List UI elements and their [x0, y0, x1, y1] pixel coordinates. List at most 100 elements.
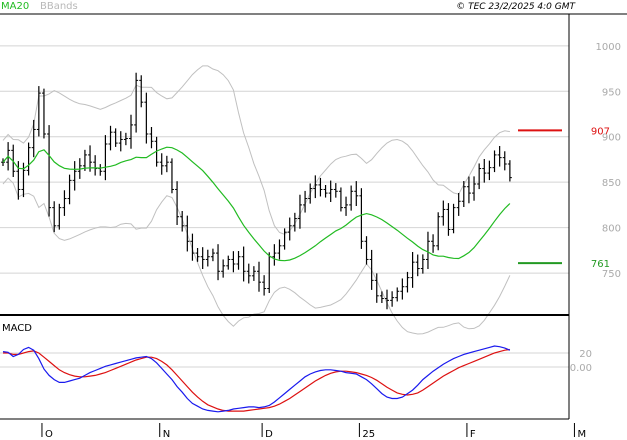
price-tick-label: 1000 [596, 42, 621, 53]
price-bar [67, 174, 72, 205]
price-bar [272, 244, 277, 266]
price-bar [425, 231, 430, 269]
price-bar [323, 185, 328, 198]
price-bar [277, 239, 282, 260]
price-bar [354, 181, 359, 206]
time-axis: O N D 25 F M [41, 423, 586, 440]
price-bar [169, 158, 174, 194]
bband-lower [2, 177, 511, 335]
price-bar [472, 176, 477, 201]
price-bar [36, 86, 41, 137]
price-bar [344, 196, 349, 216]
macd-tick-label: 0.00 [570, 363, 592, 374]
copyright-text: © TEC 23/2/2025 4:0 GMT [456, 2, 576, 12]
x-tick-label: 25 [362, 429, 375, 440]
price-bar [292, 212, 297, 232]
price-bar [369, 249, 374, 290]
macd-line [2, 345, 511, 413]
price-bar [103, 135, 108, 181]
price-bar [405, 271, 410, 293]
price-bar [308, 183, 313, 204]
price-bar [410, 252, 415, 288]
price-bar [175, 181, 180, 225]
price-bar [482, 159, 487, 183]
price-bar [441, 200, 446, 226]
price-bar [333, 183, 338, 198]
price-bar [420, 254, 425, 274]
price-bar [185, 215, 190, 252]
macd-tick-label: 20 [579, 349, 592, 360]
price-panel: 907761 750 800 850 900 950 1000 [0, 42, 621, 335]
price-bar [456, 193, 461, 216]
price-bar [477, 163, 482, 190]
price-bar [236, 251, 241, 270]
price-bars [1, 72, 512, 310]
price-bar [497, 146, 502, 167]
price-bar [134, 72, 139, 133]
price-bar [446, 203, 451, 236]
ma20-line [2, 146, 511, 262]
price-bar [144, 92, 149, 144]
price-bar [461, 181, 466, 207]
price-bar [231, 251, 236, 273]
legend-ma20: MA20 [1, 1, 29, 12]
price-bar [149, 127, 154, 149]
price-bar [502, 151, 507, 171]
price-bar [400, 278, 405, 300]
macd-y-axis: 0.00 20 [570, 349, 592, 374]
price-bar [108, 125, 113, 151]
price-bar [205, 249, 210, 267]
price-bar [164, 155, 169, 173]
price-bar [47, 125, 52, 217]
price-bar [216, 244, 221, 281]
price-bar [26, 142, 31, 176]
price-bar [113, 128, 118, 147]
price-bar [221, 259, 226, 278]
x-tick-label: N [163, 429, 170, 440]
price-tick-label: 750 [602, 269, 621, 280]
price-bar [487, 160, 492, 181]
price-bar [507, 160, 512, 182]
price-bar [31, 119, 36, 158]
price-bar [123, 132, 128, 146]
price-bar [318, 177, 323, 197]
price-bar [159, 153, 164, 175]
price-bar [226, 255, 231, 270]
price-bar [190, 233, 195, 261]
support-resistance-levels: 907761 [518, 126, 610, 270]
price-bar [466, 176, 471, 204]
price-bar [492, 150, 497, 173]
price-bar [451, 203, 456, 234]
price-bar [98, 164, 103, 176]
price-bar [57, 203, 62, 230]
price-bar [390, 291, 395, 307]
price-bar [200, 247, 205, 269]
price-bar [180, 211, 185, 232]
macd-gridlines [0, 352, 569, 368]
macd-lines [2, 345, 511, 413]
price-bar [395, 287, 400, 302]
price-bar [241, 246, 246, 282]
macd-panel: 0.00 20 [0, 345, 592, 413]
x-tick-label: F [470, 429, 476, 440]
price-bar [257, 261, 261, 292]
x-tick-label: M [577, 429, 586, 440]
price-bar [62, 190, 67, 216]
price-bar [364, 236, 369, 265]
stock-chart: 907761 750 800 850 900 950 1000 0.00 20 O N D 25 F… [0, 1, 627, 440]
price-tick-label: 900 [602, 133, 621, 144]
x-tick-label: D [265, 429, 273, 440]
bollinger-bands [2, 65, 511, 335]
price-bar [72, 161, 77, 191]
x-tick-label: O [45, 429, 53, 440]
ma20-path [2, 146, 511, 262]
price-bar [349, 185, 354, 211]
price-bar [359, 188, 364, 249]
price-tick-label: 800 [602, 224, 621, 235]
price-tick-label: 950 [602, 87, 621, 98]
chart-frame [0, 13, 627, 420]
price-bar [328, 180, 333, 202]
price-bar [436, 212, 441, 251]
price-tick-label: 850 [602, 178, 621, 189]
price-bar [262, 275, 267, 296]
